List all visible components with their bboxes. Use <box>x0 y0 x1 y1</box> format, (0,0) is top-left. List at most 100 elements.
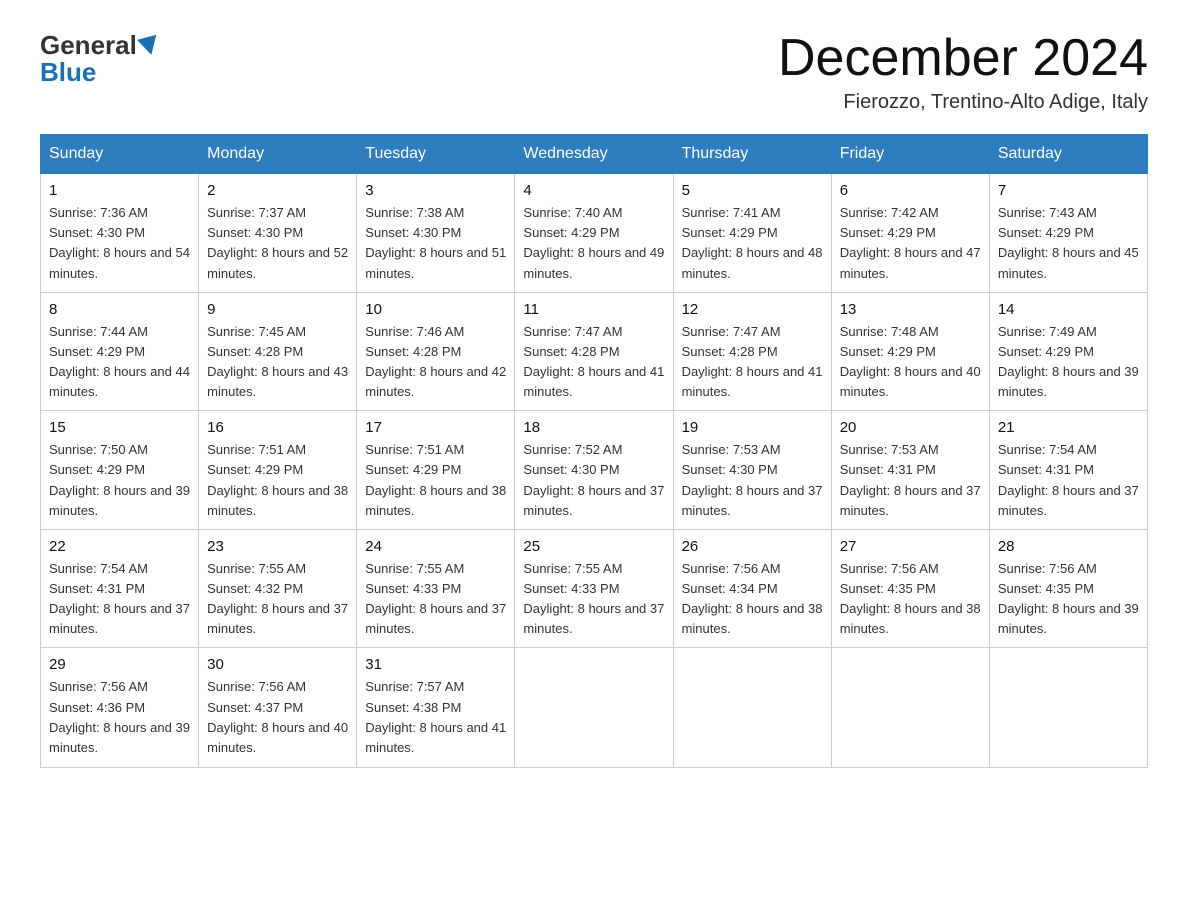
calendar-cell: 27 Sunrise: 7:56 AMSunset: 4:35 PMDaylig… <box>831 529 989 648</box>
day-info: Sunrise: 7:43 AMSunset: 4:29 PMDaylight:… <box>998 205 1139 280</box>
calendar-cell: 4 Sunrise: 7:40 AMSunset: 4:29 PMDayligh… <box>515 174 673 293</box>
day-info: Sunrise: 7:47 AMSunset: 4:28 PMDaylight:… <box>523 324 664 399</box>
day-number: 3 <box>365 182 506 199</box>
day-number: 11 <box>523 301 664 318</box>
day-number: 15 <box>49 419 190 436</box>
calendar-cell <box>989 648 1147 768</box>
day-info: Sunrise: 7:53 AMSunset: 4:31 PMDaylight:… <box>840 442 981 517</box>
day-number: 16 <box>207 419 348 436</box>
calendar-cell: 26 Sunrise: 7:56 AMSunset: 4:34 PMDaylig… <box>673 529 831 648</box>
calendar-cell: 22 Sunrise: 7:54 AMSunset: 4:31 PMDaylig… <box>41 529 199 648</box>
calendar-cell: 9 Sunrise: 7:45 AMSunset: 4:28 PMDayligh… <box>199 292 357 411</box>
calendar-cell <box>673 648 831 768</box>
logo-triangle-icon <box>137 34 161 57</box>
title-block: December 2024 Fierozzo, Trentino-Alto Ad… <box>778 30 1148 114</box>
calendar-cell: 2 Sunrise: 7:37 AMSunset: 4:30 PMDayligh… <box>199 174 357 293</box>
day-info: Sunrise: 7:46 AMSunset: 4:28 PMDaylight:… <box>365 324 506 399</box>
day-info: Sunrise: 7:36 AMSunset: 4:30 PMDaylight:… <box>49 205 190 280</box>
calendar-week-3: 15 Sunrise: 7:50 AMSunset: 4:29 PMDaylig… <box>41 411 1148 530</box>
calendar-cell: 25 Sunrise: 7:55 AMSunset: 4:33 PMDaylig… <box>515 529 673 648</box>
day-number: 18 <box>523 419 664 436</box>
day-number: 19 <box>682 419 823 436</box>
day-number: 21 <box>998 419 1139 436</box>
calendar-table: SundayMondayTuesdayWednesdayThursdayFrid… <box>40 134 1148 768</box>
calendar-cell: 23 Sunrise: 7:55 AMSunset: 4:32 PMDaylig… <box>199 529 357 648</box>
day-number: 4 <box>523 182 664 199</box>
calendar-cell: 28 Sunrise: 7:56 AMSunset: 4:35 PMDaylig… <box>989 529 1147 648</box>
day-info: Sunrise: 7:44 AMSunset: 4:29 PMDaylight:… <box>49 324 190 399</box>
day-info: Sunrise: 7:38 AMSunset: 4:30 PMDaylight:… <box>365 205 506 280</box>
weekday-header-row: SundayMondayTuesdayWednesdayThursdayFrid… <box>41 135 1148 174</box>
weekday-header-saturday: Saturday <box>989 135 1147 174</box>
day-number: 31 <box>365 656 506 673</box>
calendar-week-2: 8 Sunrise: 7:44 AMSunset: 4:29 PMDayligh… <box>41 292 1148 411</box>
day-number: 25 <box>523 538 664 555</box>
calendar-cell: 17 Sunrise: 7:51 AMSunset: 4:29 PMDaylig… <box>357 411 515 530</box>
weekday-header-thursday: Thursday <box>673 135 831 174</box>
calendar-cell <box>515 648 673 768</box>
calendar-cell: 7 Sunrise: 7:43 AMSunset: 4:29 PMDayligh… <box>989 174 1147 293</box>
calendar-cell <box>831 648 989 768</box>
weekday-header-sunday: Sunday <box>41 135 199 174</box>
calendar-cell: 10 Sunrise: 7:46 AMSunset: 4:28 PMDaylig… <box>357 292 515 411</box>
weekday-header-wednesday: Wednesday <box>515 135 673 174</box>
calendar-cell: 30 Sunrise: 7:56 AMSunset: 4:37 PMDaylig… <box>199 648 357 768</box>
page-header: General Blue December 2024 Fierozzo, Tre… <box>40 30 1148 114</box>
day-info: Sunrise: 7:47 AMSunset: 4:28 PMDaylight:… <box>682 324 823 399</box>
calendar-cell: 11 Sunrise: 7:47 AMSunset: 4:28 PMDaylig… <box>515 292 673 411</box>
calendar-cell: 12 Sunrise: 7:47 AMSunset: 4:28 PMDaylig… <box>673 292 831 411</box>
day-number: 30 <box>207 656 348 673</box>
calendar-cell: 3 Sunrise: 7:38 AMSunset: 4:30 PMDayligh… <box>357 174 515 293</box>
calendar-week-4: 22 Sunrise: 7:54 AMSunset: 4:31 PMDaylig… <box>41 529 1148 648</box>
day-info: Sunrise: 7:51 AMSunset: 4:29 PMDaylight:… <box>365 442 506 517</box>
day-number: 27 <box>840 538 981 555</box>
day-number: 17 <box>365 419 506 436</box>
day-info: Sunrise: 7:55 AMSunset: 4:32 PMDaylight:… <box>207 561 348 636</box>
day-number: 10 <box>365 301 506 318</box>
day-info: Sunrise: 7:56 AMSunset: 4:35 PMDaylight:… <box>998 561 1139 636</box>
day-info: Sunrise: 7:51 AMSunset: 4:29 PMDaylight:… <box>207 442 348 517</box>
day-info: Sunrise: 7:54 AMSunset: 4:31 PMDaylight:… <box>49 561 190 636</box>
location-title: Fierozzo, Trentino-Alto Adige, Italy <box>778 91 1148 114</box>
day-number: 6 <box>840 182 981 199</box>
day-info: Sunrise: 7:56 AMSunset: 4:35 PMDaylight:… <box>840 561 981 636</box>
day-number: 2 <box>207 182 348 199</box>
day-info: Sunrise: 7:56 AMSunset: 4:34 PMDaylight:… <box>682 561 823 636</box>
calendar-week-1: 1 Sunrise: 7:36 AMSunset: 4:30 PMDayligh… <box>41 174 1148 293</box>
day-info: Sunrise: 7:53 AMSunset: 4:30 PMDaylight:… <box>682 442 823 517</box>
day-info: Sunrise: 7:54 AMSunset: 4:31 PMDaylight:… <box>998 442 1139 517</box>
logo: General Blue <box>40 30 161 88</box>
calendar-cell: 8 Sunrise: 7:44 AMSunset: 4:29 PMDayligh… <box>41 292 199 411</box>
month-title: December 2024 <box>778 30 1148 87</box>
calendar-cell: 31 Sunrise: 7:57 AMSunset: 4:38 PMDaylig… <box>357 648 515 768</box>
logo-blue-text: Blue <box>40 57 96 88</box>
calendar-cell: 29 Sunrise: 7:56 AMSunset: 4:36 PMDaylig… <box>41 648 199 768</box>
calendar-cell: 24 Sunrise: 7:55 AMSunset: 4:33 PMDaylig… <box>357 529 515 648</box>
day-info: Sunrise: 7:42 AMSunset: 4:29 PMDaylight:… <box>840 205 981 280</box>
day-info: Sunrise: 7:57 AMSunset: 4:38 PMDaylight:… <box>365 679 506 754</box>
calendar-week-5: 29 Sunrise: 7:56 AMSunset: 4:36 PMDaylig… <box>41 648 1148 768</box>
day-info: Sunrise: 7:40 AMSunset: 4:29 PMDaylight:… <box>523 205 664 280</box>
day-info: Sunrise: 7:45 AMSunset: 4:28 PMDaylight:… <box>207 324 348 399</box>
calendar-cell: 20 Sunrise: 7:53 AMSunset: 4:31 PMDaylig… <box>831 411 989 530</box>
day-info: Sunrise: 7:37 AMSunset: 4:30 PMDaylight:… <box>207 205 348 280</box>
day-info: Sunrise: 7:50 AMSunset: 4:29 PMDaylight:… <box>49 442 190 517</box>
day-number: 14 <box>998 301 1139 318</box>
day-number: 23 <box>207 538 348 555</box>
calendar-cell: 16 Sunrise: 7:51 AMSunset: 4:29 PMDaylig… <box>199 411 357 530</box>
day-info: Sunrise: 7:48 AMSunset: 4:29 PMDaylight:… <box>840 324 981 399</box>
calendar-cell: 6 Sunrise: 7:42 AMSunset: 4:29 PMDayligh… <box>831 174 989 293</box>
day-info: Sunrise: 7:55 AMSunset: 4:33 PMDaylight:… <box>523 561 664 636</box>
day-info: Sunrise: 7:41 AMSunset: 4:29 PMDaylight:… <box>682 205 823 280</box>
day-number: 12 <box>682 301 823 318</box>
day-number: 29 <box>49 656 190 673</box>
weekday-header-monday: Monday <box>199 135 357 174</box>
calendar-cell: 5 Sunrise: 7:41 AMSunset: 4:29 PMDayligh… <box>673 174 831 293</box>
day-number: 5 <box>682 182 823 199</box>
calendar-cell: 14 Sunrise: 7:49 AMSunset: 4:29 PMDaylig… <box>989 292 1147 411</box>
weekday-header-friday: Friday <box>831 135 989 174</box>
day-number: 24 <box>365 538 506 555</box>
day-number: 9 <box>207 301 348 318</box>
day-info: Sunrise: 7:49 AMSunset: 4:29 PMDaylight:… <box>998 324 1139 399</box>
weekday-header-tuesday: Tuesday <box>357 135 515 174</box>
